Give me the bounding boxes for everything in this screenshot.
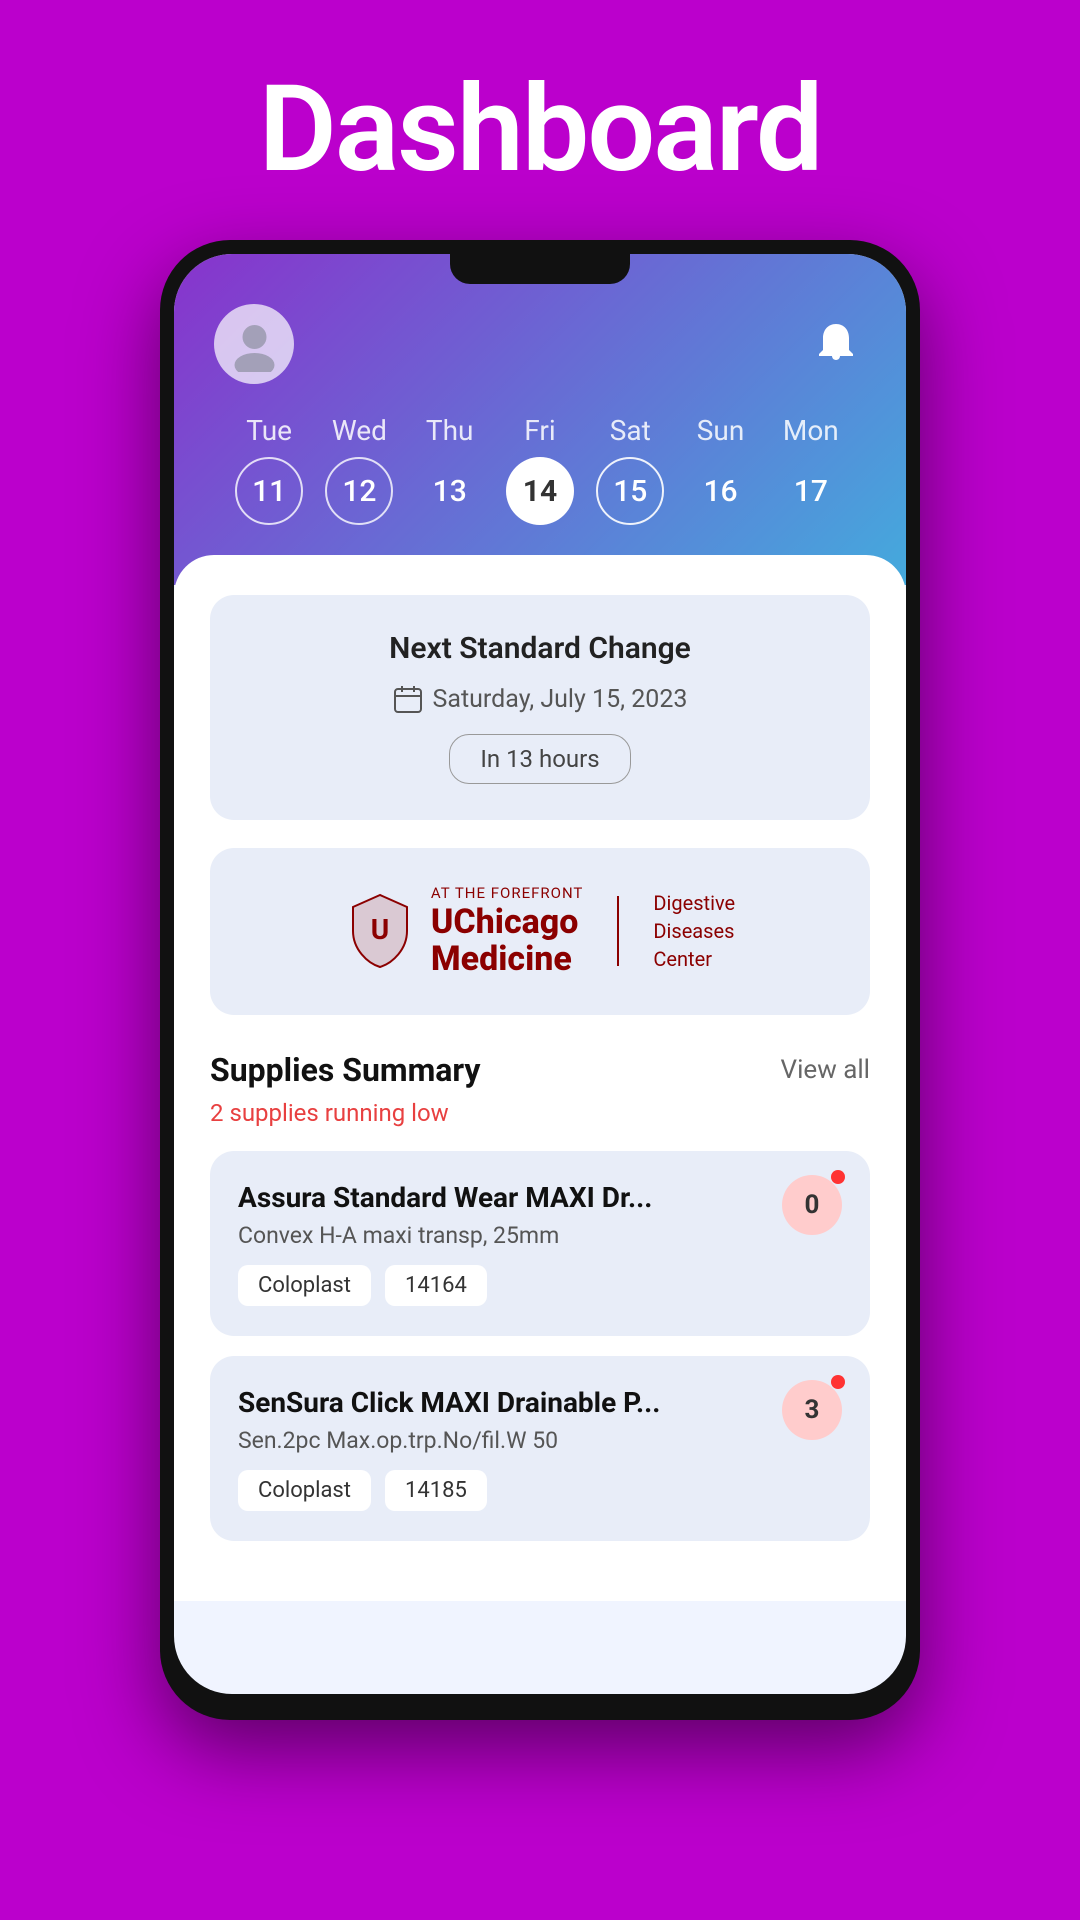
- day-label-sun: Sun: [697, 414, 745, 447]
- day-label-fri: Fri: [524, 414, 555, 447]
- day-number-thu: 13: [416, 457, 484, 525]
- hospital-name: UChicagoMedicine: [431, 904, 584, 979]
- supply-card-1-title: Assura Standard Wear MAXI Dr...: [238, 1181, 842, 1214]
- day-number-mon: 17: [777, 457, 845, 525]
- hospital-card: U AT THE FOREFRONT UChicagoMedicine Dige…: [210, 848, 870, 1015]
- supply-card-1[interactable]: Assura Standard Wear MAXI Dr... Convex H…: [210, 1151, 870, 1336]
- day-number-sat: 15: [596, 457, 664, 525]
- phone-screen: Tue 11 Wed 12 Thu 13 Fri 14: [174, 254, 906, 1694]
- bell-icon[interactable]: [806, 314, 866, 374]
- supply-card-2[interactable]: SenSura Click MAXI Drainable P... Sen.2p…: [210, 1356, 870, 1541]
- supply-count-badge-1: 0: [782, 1175, 842, 1235]
- hospital-text-block: AT THE FOREFRONT UChicagoMedicine: [431, 884, 584, 979]
- phone-frame: Tue 11 Wed 12 Thu 13 Fri 14: [160, 240, 920, 1720]
- next-change-card: Next Standard Change Saturday, July 15, …: [210, 595, 870, 820]
- view-all-button[interactable]: View all: [781, 1055, 870, 1085]
- change-card-time-badge: In 13 hours: [449, 734, 630, 784]
- svg-text:U: U: [371, 913, 389, 946]
- phone-notch: [450, 254, 630, 284]
- day-label-tue: Tue: [246, 414, 292, 447]
- supply-card-2-tags: Coloplast 14185: [238, 1470, 842, 1511]
- hospital-shield: U: [345, 891, 415, 971]
- supply-count-dot-1: [831, 1170, 845, 1184]
- supply-card-2-subtitle: Sen.2pc Max.op.trp.No/fil.W 50: [238, 1427, 842, 1454]
- hospital-divider: [617, 896, 619, 966]
- day-col-sun[interactable]: Sun 16: [675, 414, 765, 525]
- day-label-sat: Sat: [610, 414, 651, 447]
- supply-count-badge-2: 3: [782, 1380, 842, 1440]
- change-card-date-text: Saturday, July 15, 2023: [433, 685, 688, 714]
- day-col-wed[interactable]: Wed 12: [314, 414, 404, 525]
- day-label-wed: Wed: [332, 414, 387, 447]
- change-card-title: Next Standard Change: [240, 631, 840, 666]
- supply-tag-code-1: 14164: [385, 1265, 487, 1306]
- page-title: Dashboard: [259, 60, 822, 200]
- calendar-icon: [393, 684, 423, 714]
- day-number-sun: 16: [687, 457, 755, 525]
- supplies-warning: 2 supplies running low: [210, 1099, 870, 1127]
- supplies-header: Supplies Summary View all: [210, 1051, 870, 1089]
- supply-tag-brand-2: Coloplast: [238, 1470, 371, 1511]
- day-label-thu: Thu: [426, 414, 474, 447]
- supply-count-dot-2: [831, 1375, 845, 1389]
- supply-tag-code-2: 14185: [385, 1470, 487, 1511]
- day-col-mon[interactable]: Mon 17: [766, 414, 856, 525]
- day-col-thu[interactable]: Thu 13: [405, 414, 495, 525]
- change-card-date: Saturday, July 15, 2023: [240, 684, 840, 714]
- day-col-tue[interactable]: Tue 11: [224, 414, 314, 525]
- day-label-mon: Mon: [783, 414, 839, 447]
- content-area: Next Standard Change Saturday, July 15, …: [174, 555, 906, 1601]
- day-col-sat[interactable]: Sat 15: [585, 414, 675, 525]
- supply-tag-brand-1: Coloplast: [238, 1265, 371, 1306]
- day-number-fri: 14: [506, 457, 574, 525]
- supply-card-2-title: SenSura Click MAXI Drainable P...: [238, 1386, 842, 1419]
- hospital-division: DigestiveDiseasesCenter: [653, 889, 735, 973]
- day-col-fri[interactable]: Fri 14: [495, 414, 585, 525]
- header-area: Tue 11 Wed 12 Thu 13 Fri 14: [174, 254, 906, 585]
- hospital-at-forefront: AT THE FOREFRONT: [431, 884, 584, 902]
- avatar[interactable]: [214, 304, 294, 384]
- header-top: [214, 304, 866, 384]
- day-number-tue: 11: [235, 457, 303, 525]
- supply-card-1-tags: Coloplast 14164: [238, 1265, 842, 1306]
- hospital-logo: U AT THE FOREFRONT UChicagoMedicine Dige…: [345, 884, 735, 979]
- calendar-week: Tue 11 Wed 12 Thu 13 Fri 14: [214, 414, 866, 525]
- day-number-wed: 12: [325, 457, 393, 525]
- supply-card-1-subtitle: Convex H-A maxi transp, 25mm: [238, 1222, 842, 1249]
- supplies-title: Supplies Summary: [210, 1051, 481, 1089]
